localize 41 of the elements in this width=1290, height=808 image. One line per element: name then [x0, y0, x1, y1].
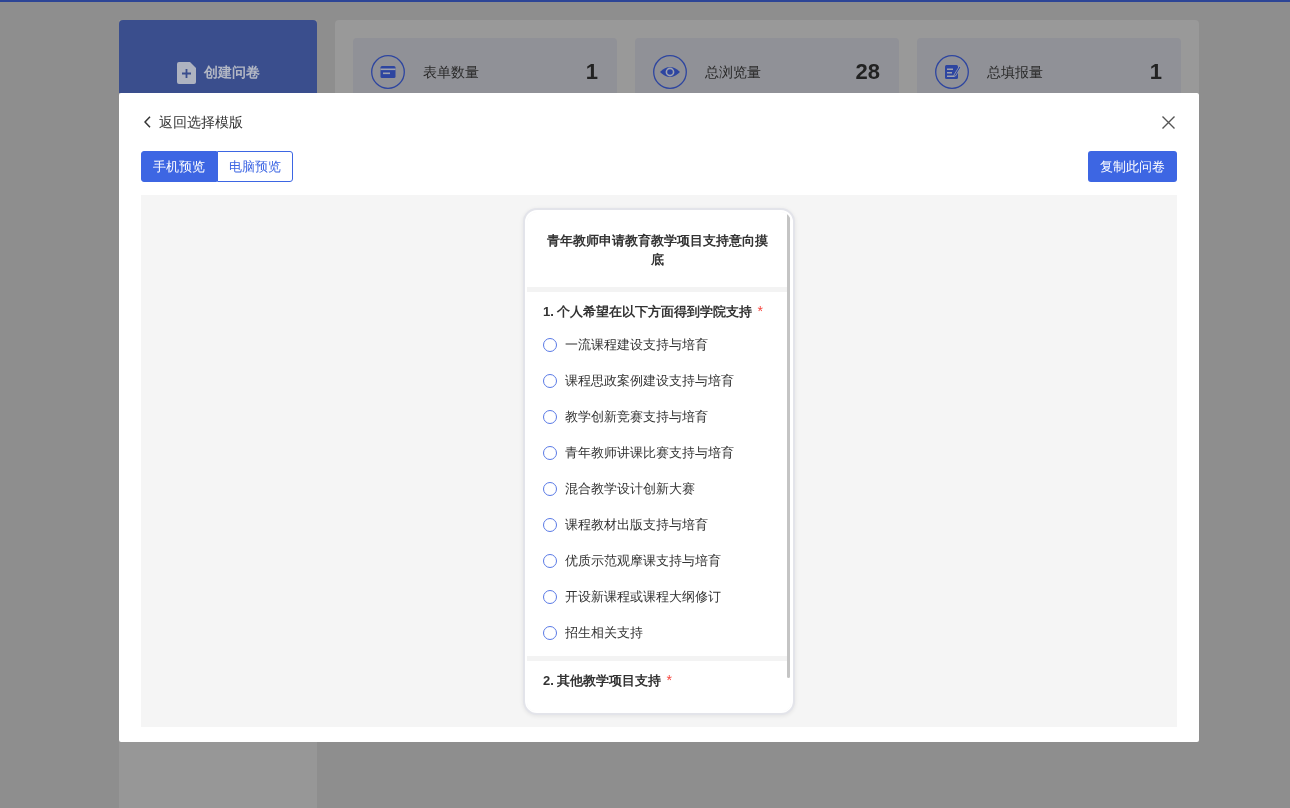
scrollbar-thumb[interactable]	[787, 213, 790, 678]
radio-icon[interactable]	[543, 518, 557, 532]
radio-icon[interactable]	[543, 482, 557, 496]
radio-icon[interactable]	[543, 446, 557, 460]
survey-title: 青年教师申请教育教学项目支持意向摸底	[545, 232, 769, 269]
radio-option[interactable]: 开设新课程或课程大纲修订	[543, 579, 771, 615]
chevron-left-icon	[144, 116, 151, 128]
radio-icon[interactable]	[543, 590, 557, 604]
document-plus-icon	[176, 62, 196, 84]
eye-icon	[653, 55, 687, 89]
preview-tab[interactable]: 手机预览	[141, 151, 217, 182]
back-link[interactable]: 返回选择模版	[141, 112, 243, 132]
stat-label: 总浏览量	[705, 63, 761, 82]
copy-survey-button[interactable]: 复制此问卷	[1088, 151, 1177, 182]
stat-label: 总填报量	[987, 63, 1043, 82]
radio-option[interactable]: 青年教师讲课比赛支持与培育	[543, 435, 771, 471]
radio-option[interactable]: 优质示范观摩课支持与培育	[543, 543, 771, 579]
edit-icon	[935, 55, 969, 89]
radio-icon[interactable]	[543, 554, 557, 568]
required-mark: *	[757, 303, 763, 319]
radio-icon[interactable]	[543, 626, 557, 640]
radio-icon[interactable]	[543, 410, 557, 424]
form-icon	[371, 55, 405, 89]
stat-value: 1	[585, 58, 598, 86]
question-title: 1. 个人希望在以下方面得到学院支持	[543, 304, 753, 319]
radio-option[interactable]: 一流课程建设支持与培育	[543, 327, 771, 363]
preview-tab[interactable]: 电脑预览	[217, 151, 293, 182]
close-icon[interactable]	[1162, 115, 1175, 129]
stat-label: 表单数量	[423, 63, 479, 82]
radio-icon[interactable]	[543, 374, 557, 388]
required-mark: *	[666, 672, 672, 688]
radio-option[interactable]: 课程思政案例建设支持与培育	[543, 363, 771, 399]
create-survey-button[interactable]: 创建问卷	[119, 20, 317, 93]
radio-icon[interactable]	[543, 338, 557, 352]
radio-option[interactable]: 课程教材出版支持与培育	[543, 507, 771, 543]
radio-option[interactable]: 招生相关支持	[543, 615, 771, 651]
stat-value: 1	[1149, 58, 1162, 86]
radio-option[interactable]: 混合教学设计创新大赛	[543, 471, 771, 507]
question-title: 2. 其他教学项目支持	[543, 673, 662, 688]
radio-option[interactable]: 教学创新竞赛支持与培育	[543, 399, 771, 435]
stat-value: 28	[855, 58, 880, 86]
